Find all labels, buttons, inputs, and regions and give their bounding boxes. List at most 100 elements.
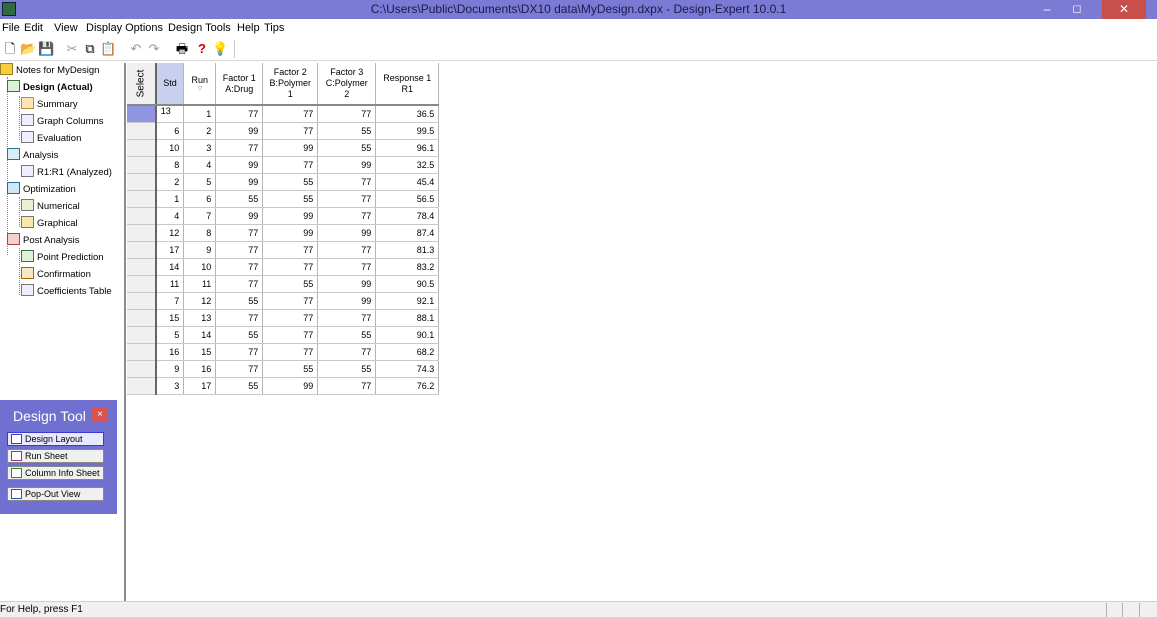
response1-column-header[interactable]: Response 1 R1 xyxy=(375,63,440,106)
menu-tips[interactable]: Tips xyxy=(264,22,284,34)
factor1-cell[interactable]: 77 xyxy=(215,224,264,242)
factor1-cell[interactable]: 77 xyxy=(215,105,264,123)
factor3-cell[interactable]: 99 xyxy=(317,156,377,174)
factor1-cell[interactable]: 77 xyxy=(215,309,264,327)
factor1-cell[interactable]: 77 xyxy=(215,241,264,259)
run-cell[interactable]: 15 xyxy=(183,343,217,361)
run-cell[interactable]: 17 xyxy=(183,377,217,395)
row-select-cell[interactable] xyxy=(127,292,157,310)
row-select-cell[interactable] xyxy=(127,326,157,344)
factor2-cell[interactable]: 77 xyxy=(262,292,319,310)
table-row[interactable]: 6 2 99 77 55 99.5 xyxy=(127,122,440,140)
menu-view[interactable]: View xyxy=(54,22,78,34)
std-cell[interactable]: 10 xyxy=(155,139,185,157)
cut-icon[interactable]: ✂ xyxy=(64,41,80,57)
design-tool-close-button[interactable]: × xyxy=(92,408,108,422)
factor1-cell[interactable]: 99 xyxy=(215,122,264,140)
std-cell[interactable]: 12 xyxy=(155,224,185,242)
table-row[interactable]: 12 8 77 99 99 87.4 xyxy=(127,224,440,242)
table-row[interactable]: 8 4 99 77 99 32.5 xyxy=(127,156,440,174)
table-row[interactable]: 11 11 77 55 99 90.5 xyxy=(127,275,440,293)
run-cell[interactable]: 13 xyxy=(183,309,217,327)
factor3-cell[interactable]: 77 xyxy=(317,309,377,327)
run-cell[interactable]: 6 xyxy=(183,190,217,208)
response1-cell[interactable]: 99.5 xyxy=(375,122,440,140)
factor2-cell[interactable]: 55 xyxy=(262,275,319,293)
factor3-cell[interactable]: 77 xyxy=(317,343,377,361)
std-cell[interactable]: 15 xyxy=(155,309,185,327)
tree-item-r1-analyzed[interactable]: R1:R1 (Analyzed) xyxy=(21,165,112,181)
response1-cell[interactable]: 83.2 xyxy=(375,258,440,276)
factor3-cell[interactable]: 77 xyxy=(317,105,377,123)
tree-item-evaluation[interactable]: Evaluation xyxy=(21,131,81,147)
run-cell[interactable]: 16 xyxy=(183,360,217,378)
menu-display-options[interactable]: Display Options xyxy=(86,22,163,34)
response1-cell[interactable]: 88.1 xyxy=(375,309,440,327)
factor1-cell[interactable]: 99 xyxy=(215,173,264,191)
table-row[interactable]: 3 17 55 99 77 76.2 xyxy=(127,377,440,395)
help-icon[interactable]: ? xyxy=(194,41,210,57)
table-row[interactable]: 15 13 77 77 77 88.1 xyxy=(127,309,440,327)
minimize-button[interactable]: – xyxy=(1032,0,1062,19)
tree-item-numerical[interactable]: Numerical xyxy=(21,199,80,215)
std-cell[interactable]: 7 xyxy=(155,292,185,310)
row-select-cell[interactable] xyxy=(127,139,157,157)
response1-cell[interactable]: 68.2 xyxy=(375,343,440,361)
std-cell[interactable]: 8 xyxy=(155,156,185,174)
tree-item-confirmation[interactable]: Confirmation xyxy=(21,267,91,283)
factor2-cell[interactable]: 77 xyxy=(262,326,319,344)
row-select-cell[interactable] xyxy=(127,275,157,293)
factor1-cell[interactable]: 55 xyxy=(215,326,264,344)
tree-item-notes[interactable]: Notes for MyDesign xyxy=(0,63,99,79)
table-row[interactable]: 10 3 77 99 55 96.1 xyxy=(127,139,440,157)
response1-cell[interactable]: 90.1 xyxy=(375,326,440,344)
factor3-cell[interactable]: 77 xyxy=(317,241,377,259)
std-cell[interactable]: 1 xyxy=(155,190,185,208)
response1-cell[interactable]: 76.2 xyxy=(375,377,440,395)
menu-file[interactable]: File xyxy=(2,22,20,34)
factor2-cell[interactable]: 77 xyxy=(262,241,319,259)
tree-item-graphical[interactable]: Graphical xyxy=(21,216,78,232)
factor1-cell[interactable]: 77 xyxy=(215,139,264,157)
table-row[interactable]: 1 6 55 55 77 56.5 xyxy=(127,190,440,208)
tree-item-analysis[interactable]: Analysis xyxy=(7,148,58,164)
factor2-cell[interactable]: 99 xyxy=(262,139,319,157)
tree-item-post-analysis[interactable]: Post Analysis xyxy=(7,233,80,249)
undo-icon[interactable]: ↶ xyxy=(128,41,144,57)
tree-item-graph-columns[interactable]: Graph Columns xyxy=(21,114,104,130)
factor1-cell[interactable]: 77 xyxy=(215,360,264,378)
row-select-cell[interactable] xyxy=(127,377,157,395)
select-column-header[interactable]: Select xyxy=(127,63,157,106)
run-cell[interactable]: 3 xyxy=(183,139,217,157)
table-row[interactable]: 4 7 99 99 77 78.4 xyxy=(127,207,440,225)
row-select-cell[interactable] xyxy=(127,190,157,208)
factor2-cell[interactable]: 77 xyxy=(262,156,319,174)
run-cell[interactable]: 9 xyxy=(183,241,217,259)
run-cell[interactable]: 8 xyxy=(183,224,217,242)
factor2-cell[interactable]: 77 xyxy=(262,122,319,140)
row-select-cell[interactable] xyxy=(127,173,157,191)
factor3-cell[interactable]: 99 xyxy=(317,275,377,293)
factor1-cell[interactable]: 77 xyxy=(215,343,264,361)
menu-edit[interactable]: Edit xyxy=(24,22,43,34)
response1-cell[interactable]: 90.5 xyxy=(375,275,440,293)
factor2-cell[interactable]: 55 xyxy=(262,173,319,191)
menu-design-tools[interactable]: Design Tools xyxy=(168,22,231,34)
run-cell[interactable]: 5 xyxy=(183,173,217,191)
table-row[interactable]: 7 12 55 77 99 92.1 xyxy=(127,292,440,310)
std-cell[interactable]: 13 xyxy=(155,105,185,123)
response1-cell[interactable]: 87.4 xyxy=(375,224,440,242)
std-cell[interactable]: 4 xyxy=(155,207,185,225)
factor1-cell[interactable]: 99 xyxy=(215,207,264,225)
response1-cell[interactable]: 78.4 xyxy=(375,207,440,225)
std-cell[interactable]: 5 xyxy=(155,326,185,344)
std-cell[interactable]: 11 xyxy=(155,275,185,293)
std-column-header[interactable]: Std xyxy=(155,63,185,106)
row-select-cell[interactable] xyxy=(127,156,157,174)
row-select-cell[interactable] xyxy=(127,241,157,259)
run-sheet-button[interactable]: Run Sheet xyxy=(7,449,104,463)
factor1-cell[interactable]: 99 xyxy=(215,156,264,174)
factor2-cell[interactable]: 55 xyxy=(262,190,319,208)
std-cell[interactable]: 14 xyxy=(155,258,185,276)
factor2-cell[interactable]: 99 xyxy=(262,207,319,225)
